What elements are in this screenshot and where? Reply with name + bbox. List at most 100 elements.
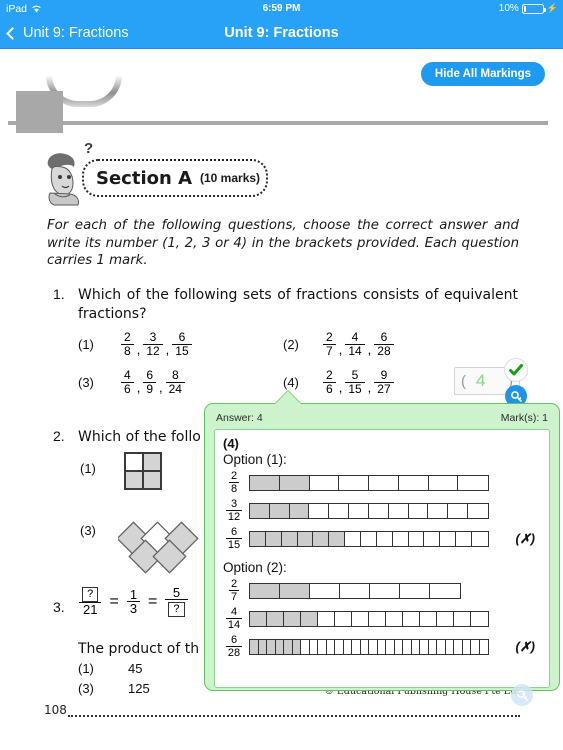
popup-answer-label: Answer: 4	[216, 412, 263, 424]
answer-paren-left: (	[461, 372, 466, 390]
frac-num: 6	[146, 368, 153, 382]
frac-den: 14	[345, 344, 365, 358]
popup-body: (4) Option (1): 28 3 12 6 15 (✗) Option (2…	[214, 429, 550, 688]
popup-bar-row: 28	[223, 470, 541, 495]
question-3-option-3-label: (3)	[78, 681, 94, 696]
question-2-option-1-shape	[124, 452, 162, 490]
question-1-option-1-label: (1)	[78, 337, 94, 352]
popup-answer-number: (4)	[223, 436, 239, 451]
battery-percent-label: 10%	[498, 3, 519, 14]
bar-frac-den: 8	[228, 482, 240, 495]
footer-dotted-line	[68, 715, 520, 717]
status-bar-right: 10% ⚡	[499, 3, 558, 14]
fraction-bar	[249, 502, 489, 519]
bar-frac-num: 3	[230, 498, 238, 510]
frac-num: 5	[351, 368, 359, 382]
bar-frac-den: 7	[228, 590, 240, 603]
popup-bar-row: 6 15 (✗)	[223, 526, 541, 551]
frac-den: 24	[165, 382, 185, 396]
lightning-bolt-icon: ⚡	[546, 3, 558, 13]
bar-frac-num: 2	[230, 578, 238, 590]
question-3-text: The product of th	[78, 641, 200, 657]
equals-sign-2: =	[148, 592, 158, 610]
equation-blank-2: ?	[168, 602, 185, 617]
question-3-option-1-value: 45	[128, 661, 143, 676]
question-1-option-4-label: (4)	[283, 375, 299, 390]
frac-den: 27	[374, 382, 394, 396]
frac-num: 9	[380, 368, 388, 382]
popup-bar-row: 27	[223, 578, 541, 603]
question-3-option-3-value: 125	[128, 681, 150, 696]
app-root: iPad 6:59 PM 10% ⚡ Unit 9: Fractions Uni…	[0, 0, 563, 750]
question-3-equation: ? 21 = 1 3 = 5 ?	[78, 586, 189, 617]
frac-num: 6	[178, 330, 186, 344]
question-mark-decoration: ?	[84, 140, 94, 157]
bar-frac-den: 28	[225, 646, 243, 659]
question-1-option-3-fractions: 46 , 69 , 8 24	[120, 369, 186, 396]
question-1-option-2-label: (2)	[283, 337, 299, 352]
frac-num: 2	[326, 368, 333, 382]
frac-den: 15	[172, 344, 192, 358]
frac-num: 4	[124, 368, 131, 382]
equation-blank-1: ?	[82, 587, 99, 602]
battery-icon	[521, 3, 547, 14]
question-1-text: Which of the following sets of fractions…	[78, 287, 518, 322]
question-2-option-3-label: (3)	[80, 523, 96, 538]
popup-option-1-heading: Option (1):	[223, 452, 287, 467]
instructions-text: For each of the following questions, cho…	[47, 218, 519, 268]
header-decoration-line	[8, 121, 548, 125]
section-marks: (10 marks)	[200, 171, 261, 185]
header-decoration-block	[16, 91, 63, 133]
equation-den-1: 21	[79, 602, 102, 616]
popup-bar-row: 4 14	[223, 606, 541, 631]
bar-frac-num: 2	[230, 470, 238, 482]
section-title-bubble: Section A (10 marks)	[82, 159, 268, 197]
frac-den: 8	[121, 344, 134, 358]
footer-page-number: 108	[44, 703, 67, 717]
fraction-bar	[249, 530, 489, 547]
equation-den-2: 3	[126, 601, 141, 615]
status-bar-time: 6:59 PM	[262, 3, 301, 14]
question-1-number: 1.	[53, 286, 65, 302]
fraction-bar	[249, 582, 461, 599]
answer-value: 4	[476, 371, 486, 390]
section-header: ? Section A (10 marks)	[40, 140, 270, 207]
answer-explanation-popup: Answer: 4 Mark(s): 1 (4) Option (1): 28 …	[204, 403, 560, 691]
fraction-bar	[249, 474, 489, 491]
status-bar: iPad 6:59 PM 10% ⚡	[0, 0, 563, 17]
equation-num-2: 1	[129, 587, 138, 602]
frac-num: 4	[351, 330, 359, 344]
bar-frac-num: 6	[230, 526, 238, 538]
question-3-option-1-label: (1)	[78, 661, 94, 676]
bar-frac-num: 4	[230, 606, 238, 618]
frac-den: 12	[143, 344, 163, 358]
bar-frac-den: 14	[225, 618, 243, 631]
frac-den: 15	[345, 382, 365, 396]
section-title: Section A	[96, 167, 192, 189]
frac-num: 2	[326, 330, 333, 344]
question-1-option-1-fractions: 28 , 3 12 , 6 15	[120, 331, 193, 358]
hide-all-markings-button[interactable]: Hide All Markings	[420, 62, 545, 86]
question-2-option-1-label: (1)	[80, 461, 96, 476]
question-2-number: 2.	[53, 428, 65, 444]
frac-num: 3	[149, 330, 157, 344]
green-check-icon	[504, 358, 528, 382]
popup-option-2-heading: Option (2):	[223, 560, 287, 575]
frac-num: 2	[124, 330, 131, 344]
popup-bar-row: 3 12	[223, 498, 541, 523]
popup-bar-row: 6 28 (✗)	[223, 634, 541, 659]
frac-den: 6	[323, 382, 336, 396]
fraction-bar	[249, 610, 489, 627]
bar-frac-den: 15	[225, 538, 243, 551]
frac-den: 6	[121, 382, 134, 396]
key-icon[interactable]	[511, 684, 533, 706]
bar-frac-num: 6	[230, 634, 238, 646]
popup-pointer-arrow	[275, 391, 301, 404]
frac-num: 6	[380, 330, 388, 344]
page-title: Unit 9: Fractions	[224, 25, 339, 41]
popup-option-2-verdict: (✗)	[515, 638, 535, 654]
bar-frac-den: 12	[225, 510, 243, 523]
popup-option-1-verdict: (✗)	[515, 530, 535, 546]
frac-den: 7	[323, 344, 336, 358]
equals-sign-1: =	[109, 592, 119, 610]
